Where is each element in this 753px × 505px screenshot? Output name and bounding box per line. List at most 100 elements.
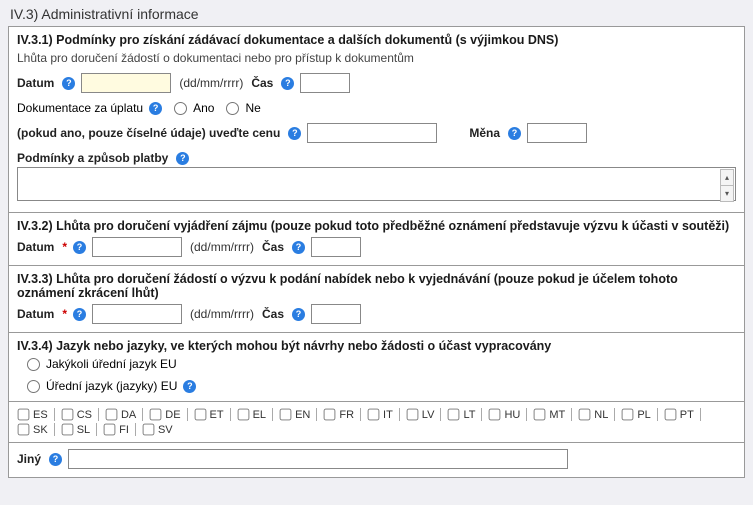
mena-input[interactable] bbox=[527, 123, 587, 143]
help-icon[interactable]: ? bbox=[73, 308, 86, 321]
lang-checkbox-el[interactable] bbox=[237, 409, 249, 421]
help-icon[interactable]: ? bbox=[73, 241, 86, 254]
lang-code-label: EL bbox=[253, 409, 266, 421]
lang-separator bbox=[571, 408, 572, 421]
radio-ne[interactable]: Ne bbox=[226, 101, 260, 115]
lang-checkbox-cs[interactable] bbox=[61, 409, 73, 421]
lang-separator bbox=[272, 408, 273, 421]
lang-item-nl[interactable]: NL bbox=[578, 408, 608, 421]
lang-checkbox-pt[interactable] bbox=[664, 409, 676, 421]
lang-item-fr[interactable]: FR bbox=[323, 408, 354, 421]
lang-item-lv[interactable]: LV bbox=[406, 408, 435, 421]
lang-code-label: LT bbox=[463, 409, 475, 421]
datum-label: Datum bbox=[17, 76, 54, 90]
lang-checkbox-sk[interactable] bbox=[18, 424, 30, 436]
lang-checkbox-es[interactable] bbox=[18, 409, 30, 421]
lang-separator bbox=[187, 408, 188, 421]
datum-input-iv32[interactable] bbox=[92, 237, 182, 257]
lang-code-label: PT bbox=[680, 409, 694, 421]
lang-checkbox-sl[interactable] bbox=[61, 424, 73, 436]
lang-checkbox-it[interactable] bbox=[368, 409, 380, 421]
lang-item-da[interactable]: DA bbox=[105, 408, 136, 421]
paycond-textarea[interactable] bbox=[17, 167, 736, 201]
radio-ano-input[interactable] bbox=[174, 102, 187, 115]
jiny-input[interactable] bbox=[68, 449, 568, 469]
cas-label: Čas bbox=[251, 76, 273, 90]
help-icon[interactable]: ? bbox=[49, 453, 62, 466]
lang-code-label: HU bbox=[504, 409, 520, 421]
lang-item-sv[interactable]: SV bbox=[142, 423, 173, 436]
lang-checkbox-da[interactable] bbox=[106, 409, 118, 421]
help-icon[interactable]: ? bbox=[292, 308, 305, 321]
lang-checkbox-de[interactable] bbox=[150, 409, 162, 421]
cas-label: Čas bbox=[262, 307, 284, 321]
price-input[interactable] bbox=[307, 123, 437, 143]
lang-item-sl[interactable]: SL bbox=[61, 423, 90, 436]
lang-code-label: EN bbox=[295, 409, 310, 421]
help-icon[interactable]: ? bbox=[176, 152, 189, 165]
paycond-label: Podmínky a způsob platby bbox=[17, 151, 168, 165]
radio-any-lang[interactable]: Jakýkoli úřední jazyk EU bbox=[27, 357, 177, 371]
form-container: IV.3.1) Podmínky pro získání zádávací do… bbox=[8, 26, 745, 478]
lang-separator bbox=[481, 408, 482, 421]
lang-checkbox-en[interactable] bbox=[280, 409, 292, 421]
lang-item-fi[interactable]: FI bbox=[103, 423, 129, 436]
datum-input-iv31[interactable] bbox=[81, 73, 171, 93]
section-iv31-title: IV.3.1) Podmínky pro získání zádávací do… bbox=[17, 33, 736, 47]
datum-label: Datum bbox=[17, 307, 54, 321]
lang-item-pt[interactable]: PT bbox=[664, 408, 694, 421]
lang-item-lt[interactable]: LT bbox=[447, 408, 475, 421]
lang-item-en[interactable]: EN bbox=[279, 408, 310, 421]
lang-code-label: MT bbox=[549, 409, 565, 421]
lang-checkbox-lv[interactable] bbox=[406, 409, 418, 421]
lang-checkbox-hu[interactable] bbox=[489, 409, 501, 421]
section-iv32: IV.3.2) Lhůta pro doručení vyjádření záj… bbox=[9, 213, 744, 266]
cas-input-iv32[interactable] bbox=[311, 237, 361, 257]
help-icon[interactable]: ? bbox=[292, 241, 305, 254]
lang-item-de[interactable]: DE bbox=[149, 408, 180, 421]
radio-any-lang-input[interactable] bbox=[27, 358, 40, 371]
doc-fee-label: Dokumentace za úplatu bbox=[17, 101, 143, 115]
lang-checkbox-et[interactable] bbox=[194, 409, 206, 421]
lang-item-el[interactable]: EL bbox=[237, 408, 266, 421]
help-icon[interactable]: ? bbox=[288, 127, 301, 140]
lang-checkbox-mt[interactable] bbox=[534, 409, 546, 421]
help-icon[interactable]: ? bbox=[149, 102, 162, 115]
lang-item-es[interactable]: ES bbox=[17, 408, 48, 421]
lang-code-label: SV bbox=[158, 424, 173, 436]
lang-item-pl[interactable]: PL bbox=[621, 408, 650, 421]
help-icon[interactable]: ? bbox=[183, 380, 196, 393]
radio-ano[interactable]: Ano bbox=[174, 101, 214, 115]
help-icon[interactable]: ? bbox=[508, 127, 521, 140]
lang-item-cs[interactable]: CS bbox=[61, 408, 92, 421]
cas-input-iv31[interactable] bbox=[300, 73, 350, 93]
spin-up-icon[interactable]: ▴ bbox=[720, 169, 734, 185]
lang-separator bbox=[54, 408, 55, 421]
lang-checkbox-fr[interactable] bbox=[324, 409, 336, 421]
lang-checkbox-sv[interactable] bbox=[143, 424, 155, 436]
lang-code-label: CS bbox=[77, 409, 92, 421]
radio-official-lang-label: Úřední jazyk (jazyky) EU bbox=[46, 379, 177, 393]
spin-down-icon[interactable]: ▾ bbox=[720, 185, 734, 202]
help-icon[interactable]: ? bbox=[281, 77, 294, 90]
lang-checkbox-nl[interactable] bbox=[579, 409, 591, 421]
lang-separator bbox=[360, 408, 361, 421]
lang-item-sk[interactable]: SK bbox=[17, 423, 48, 436]
radio-official-lang-input[interactable] bbox=[27, 380, 40, 393]
lang-checkbox-fi[interactable] bbox=[104, 424, 116, 436]
datum-input-iv33[interactable] bbox=[92, 304, 182, 324]
lang-checkbox-pl[interactable] bbox=[622, 409, 634, 421]
help-icon[interactable]: ? bbox=[62, 77, 75, 90]
lang-checkbox-lt[interactable] bbox=[448, 409, 460, 421]
lang-item-hu[interactable]: HU bbox=[488, 408, 520, 421]
radio-ne-input[interactable] bbox=[226, 102, 239, 115]
section-iv34: IV.3.4) Jazyk nebo jazyky, ve kterých mo… bbox=[9, 333, 744, 401]
cas-input-iv33[interactable] bbox=[311, 304, 361, 324]
textarea-spinner: ▴ ▾ bbox=[720, 169, 734, 202]
radio-official-lang[interactable]: Úřední jazyk (jazyky) EU bbox=[27, 379, 177, 393]
lang-item-et[interactable]: ET bbox=[194, 408, 224, 421]
lang-item-mt[interactable]: MT bbox=[533, 408, 565, 421]
lang-code-label: DA bbox=[121, 409, 136, 421]
lang-code-label: IT bbox=[383, 409, 393, 421]
lang-item-it[interactable]: IT bbox=[367, 408, 393, 421]
